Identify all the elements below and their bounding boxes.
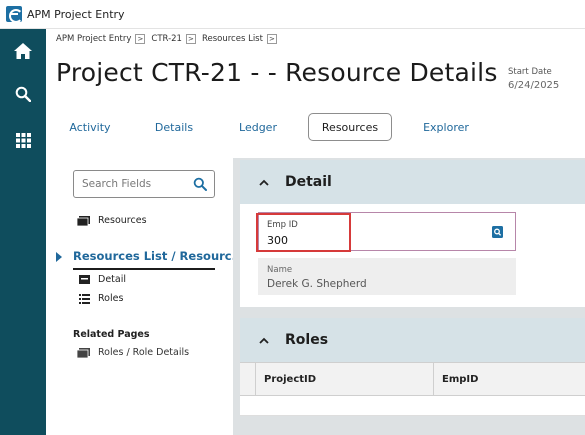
expanded-caret-icon[interactable] — [56, 252, 62, 262]
lookup-icon[interactable] — [492, 226, 503, 238]
column-header-empid[interactable]: EmpID — [434, 363, 585, 396]
detail-section-title: Detail — [285, 174, 332, 190]
search-button[interactable] — [0, 76, 46, 112]
breadcrumb-item-ctr-21[interactable]: CTR-21 — [151, 34, 182, 44]
breadcrumb-chevron-icon[interactable]: > — [266, 34, 277, 44]
page-title: Project CTR-21 - - Resource Details — [56, 58, 498, 87]
window-titlebar: APM Project Entry — [0, 0, 585, 29]
breadcrumb-item-resources-list[interactable]: Resources List — [202, 34, 263, 44]
list-icon — [79, 293, 90, 304]
search-fields-box — [73, 170, 215, 198]
tab-ledger[interactable]: Ledger — [232, 113, 284, 141]
apps-grid-icon — [15, 132, 31, 148]
app-logo-icon — [6, 6, 23, 23]
sidebar-item-resources-list[interactable]: Resources List / Resourc... — [73, 249, 245, 263]
related-pages-title: Related Pages — [73, 329, 150, 340]
table-row[interactable] — [240, 396, 585, 416]
sidebar-item-label: Resources — [98, 215, 147, 226]
chevron-up-icon[interactable] — [259, 179, 269, 186]
sidebar-item-roles[interactable]: Roles — [79, 293, 123, 304]
tab-resources[interactable]: Resources — [308, 113, 392, 141]
apps-button[interactable] — [0, 122, 46, 158]
search-icon[interactable] — [193, 177, 207, 191]
name-label: Name — [267, 265, 293, 275]
grid-row-selector — [240, 363, 256, 396]
sidebar-item-label: Detail — [98, 274, 126, 285]
home-icon — [14, 43, 32, 59]
search-fields-input[interactable] — [82, 178, 192, 190]
tab-details[interactable]: Details — [148, 113, 200, 141]
breadcrumb-item-apm-project-entry[interactable]: APM Project Entry — [56, 34, 131, 44]
tab-activity[interactable]: Activity — [62, 113, 118, 141]
home-button[interactable] — [0, 33, 46, 69]
detail-section-header[interactable]: Detail — [240, 160, 585, 204]
roles-section-header[interactable]: Roles — [240, 318, 585, 362]
search-icon — [15, 86, 31, 102]
breadcrumb-chevron-icon[interactable]: > — [185, 34, 196, 44]
breadcrumb-chevron-icon[interactable]: > — [135, 34, 146, 44]
roles-grid-header: ProjectID EmpID — [240, 362, 585, 396]
start-date-value: 6/24/2025 — [508, 80, 560, 91]
window-title: APM Project Entry — [27, 7, 125, 21]
roles-section: Roles — [240, 318, 585, 362]
grid-footer — [240, 416, 585, 435]
column-header-projectid[interactable]: ProjectID — [256, 363, 434, 396]
related-item-label: Roles / Role Details — [98, 347, 190, 358]
sidebar-item-label: Roles — [98, 293, 124, 304]
chevron-up-icon[interactable] — [259, 337, 269, 344]
card-icon — [77, 215, 90, 226]
nav-rail — [0, 29, 46, 435]
sidebar-item-detail[interactable]: Detail — [79, 274, 126, 285]
form-icon — [79, 275, 90, 284]
tab-explorer[interactable]: Explorer — [416, 113, 476, 141]
sidebar-item-resources[interactable]: Resources — [77, 215, 147, 226]
name-field: Name Derek G. Shepherd — [258, 258, 516, 295]
card-icon — [77, 347, 90, 358]
emp-id-highlight — [256, 213, 351, 252]
name-value: Derek G. Shepherd — [267, 278, 367, 290]
active-underline — [73, 268, 215, 270]
roles-section-title: Roles — [285, 332, 329, 348]
breadcrumb: APM Project Entry > CTR-21 > Resources L… — [56, 32, 283, 46]
related-item-role-details[interactable]: Roles / Role Details — [77, 347, 189, 358]
start-date-label: Start Date — [508, 67, 552, 77]
